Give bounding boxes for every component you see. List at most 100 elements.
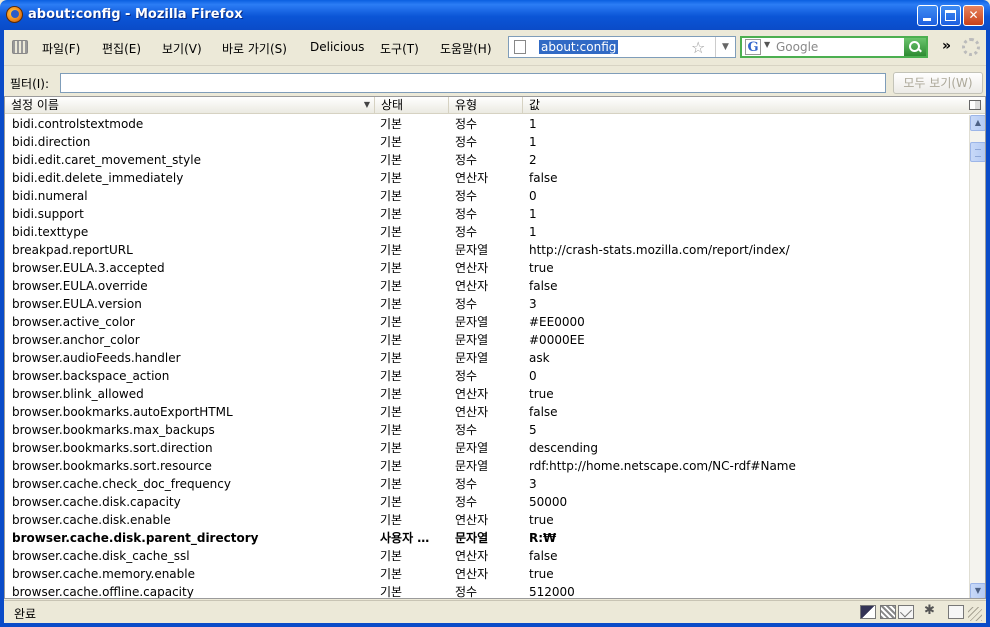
table-row[interactable]: browser.active_color 기본 문자열 #EE0000 bbox=[5, 313, 969, 331]
pref-value: true bbox=[529, 387, 554, 401]
table-row[interactable]: browser.bookmarks.max_backups 기본 정수 5 bbox=[5, 421, 969, 439]
table-body: bidi.controlstextmode 기본 정수 1 bidi.direction… bbox=[5, 115, 969, 599]
search-go-icon[interactable] bbox=[904, 38, 926, 56]
table-row[interactable]: browser.backspace_action 기본 정수 0 bbox=[5, 367, 969, 385]
status-envelope-icon[interactable] bbox=[948, 605, 964, 619]
table-row[interactable]: browser.bookmarks.sort.direction 기본 문자열 des… bbox=[5, 439, 969, 457]
toolbar-overflow-button[interactable]: » bbox=[942, 38, 951, 54]
column-header-status[interactable]: 상태 bbox=[375, 97, 449, 114]
pref-type: 정수 bbox=[455, 117, 478, 131]
table-row[interactable]: browser.bookmarks.sort.resource 기본 문자열 rdf:… bbox=[5, 457, 969, 475]
table-row[interactable]: bidi.direction 기본 정수 1 bbox=[5, 133, 969, 151]
pref-value: 50000 bbox=[529, 495, 568, 509]
bookmark-star-icon[interactable]: ☆ bbox=[691, 38, 705, 57]
column-header-type[interactable]: 유형 bbox=[449, 97, 523, 114]
pref-value: true bbox=[529, 567, 554, 581]
pref-status: 기본 bbox=[380, 513, 403, 527]
column-header-name[interactable]: 설정 이름 ▼ bbox=[5, 97, 375, 114]
toolbar-grip-icon[interactable] bbox=[12, 40, 28, 54]
pref-type: 연산자 bbox=[455, 279, 489, 293]
table-row[interactable]: browser.cache.offline.capacity 기본 정수 512000 bbox=[5, 583, 969, 599]
minimize-button[interactable] bbox=[917, 5, 938, 26]
column-picker-icon[interactable] bbox=[969, 100, 981, 110]
pref-name: browser.cache.check_doc_frequency bbox=[12, 477, 231, 491]
table-row[interactable]: bidi.texttype 기본 정수 1 bbox=[5, 223, 969, 241]
filter-input[interactable] bbox=[60, 73, 886, 93]
status-bar: 완료 ✱ bbox=[4, 600, 986, 623]
scroll-up-icon[interactable]: ▲ bbox=[970, 115, 985, 131]
table-row[interactable]: bidi.controlstextmode 기본 정수 1 bbox=[5, 115, 969, 133]
pref-name: browser.blink_allowed bbox=[12, 387, 144, 401]
pref-name: browser.cache.disk.enable bbox=[12, 513, 171, 527]
pref-name: bidi.numeral bbox=[12, 189, 88, 203]
maximize-button[interactable] bbox=[940, 5, 961, 26]
pref-status: 기본 bbox=[380, 135, 403, 149]
status-screen-icon[interactable] bbox=[860, 605, 876, 619]
pref-name: browser.audioFeeds.handler bbox=[12, 351, 181, 365]
table-row[interactable]: browser.anchor_color 기본 문자열 #0000EE bbox=[5, 331, 969, 349]
table-row[interactable]: browser.cache.memory.enable 기본 연산자 true bbox=[5, 565, 969, 583]
menu-edit[interactable]: 편집(E) bbox=[102, 40, 141, 57]
status-bug-icon[interactable]: ✱ bbox=[924, 603, 940, 618]
url-text[interactable]: about:config bbox=[539, 40, 619, 54]
status-text: 완료 bbox=[14, 607, 37, 621]
google-engine-icon[interactable]: G bbox=[745, 39, 761, 55]
table-row[interactable]: browser.blink_allowed 기본 연산자 true bbox=[5, 385, 969, 403]
pref-value: 1 bbox=[529, 117, 537, 131]
pref-value: false bbox=[529, 279, 558, 293]
table-row[interactable]: browser.cache.check_doc_frequency 기본 정수 3 bbox=[5, 475, 969, 493]
pref-value: 512000 bbox=[529, 585, 575, 599]
table-row[interactable]: bidi.edit.caret_movement_style 기본 정수 2 bbox=[5, 151, 969, 169]
search-bar[interactable]: G ▼ Google bbox=[740, 36, 928, 58]
url-bar[interactable]: about:config ☆ ▼ bbox=[508, 36, 736, 58]
table-row[interactable]: browser.cache.disk.enable 기본 연산자 true bbox=[5, 511, 969, 529]
resize-grip-icon[interactable] bbox=[968, 607, 982, 621]
menu-view[interactable]: 보기(V) bbox=[162, 40, 202, 57]
pref-name: browser.anchor_color bbox=[12, 333, 140, 347]
menu-go[interactable]: 바로 가기(S) bbox=[222, 40, 287, 57]
pref-type: 문자열 bbox=[455, 351, 489, 365]
vertical-scrollbar[interactable]: ▲ ▼ bbox=[969, 115, 985, 598]
pref-status: 사용자 … bbox=[380, 531, 430, 545]
pref-name: breakpad.reportURL bbox=[12, 243, 133, 257]
close-icon: ✕ bbox=[968, 8, 979, 22]
search-placeholder[interactable]: Google bbox=[776, 40, 818, 54]
show-all-button[interactable]: 모두 보기(W) bbox=[893, 72, 983, 94]
table-row[interactable]: browser.cache.disk_cache_ssl 기본 연산자 false bbox=[5, 547, 969, 565]
menu-help[interactable]: 도움말(H) bbox=[440, 40, 492, 57]
table-row[interactable]: browser.EULA.3.accepted 기본 연산자 true bbox=[5, 259, 969, 277]
menu-delicious[interactable]: Delicious bbox=[310, 40, 364, 54]
close-button[interactable]: ✕ bbox=[963, 5, 984, 26]
table-row[interactable]: browser.bookmarks.autoExportHTML 기본 연산자 fal… bbox=[5, 403, 969, 421]
menu-file[interactable]: 파일(F) bbox=[42, 40, 80, 57]
pref-value: 1 bbox=[529, 225, 537, 239]
status-mail-icon[interactable] bbox=[898, 605, 914, 619]
scroll-thumb[interactable] bbox=[970, 142, 985, 162]
table-row[interactable]: bidi.support 기본 정수 1 bbox=[5, 205, 969, 223]
url-dropdown-icon[interactable]: ▼ bbox=[715, 37, 735, 57]
pref-type: 정수 bbox=[455, 369, 478, 383]
status-network-icon[interactable] bbox=[880, 605, 896, 619]
table-row[interactable]: browser.audioFeeds.handler 기본 문자열 ask bbox=[5, 349, 969, 367]
menu-tools[interactable]: 도구(T) bbox=[380, 40, 419, 57]
pref-status: 기본 bbox=[380, 333, 403, 347]
table-row[interactable]: bidi.numeral 기본 정수 0 bbox=[5, 187, 969, 205]
table-row[interactable]: breakpad.reportURL 기본 문자열 http://crash-stat… bbox=[5, 241, 969, 259]
scroll-down-icon[interactable]: ▼ bbox=[970, 583, 985, 598]
table-row[interactable]: browser.EULA.override 기본 연산자 false bbox=[5, 277, 969, 295]
table-row[interactable]: bidi.edit.delete_immediately 기본 연산자 false bbox=[5, 169, 969, 187]
pref-type: 문자열 bbox=[455, 243, 489, 257]
column-header-value[interactable]: 값 bbox=[523, 97, 969, 114]
maximize-icon bbox=[945, 10, 956, 21]
pref-status: 기본 bbox=[380, 261, 403, 275]
pref-status: 기본 bbox=[380, 171, 403, 185]
engine-dropdown-icon[interactable]: ▼ bbox=[764, 40, 770, 49]
pref-type: 연산자 bbox=[455, 405, 489, 419]
pref-value: 3 bbox=[529, 297, 537, 311]
table-row[interactable]: browser.cache.disk.parent_directory 사용자 …… bbox=[5, 529, 969, 547]
table-row[interactable]: browser.EULA.version 기본 정수 3 bbox=[5, 295, 969, 313]
table-row[interactable]: browser.cache.disk.capacity 기본 정수 50000 bbox=[5, 493, 969, 511]
pref-type: 문자열 bbox=[455, 315, 489, 329]
pref-status: 기본 bbox=[380, 153, 403, 167]
pref-status: 기본 bbox=[380, 189, 403, 203]
